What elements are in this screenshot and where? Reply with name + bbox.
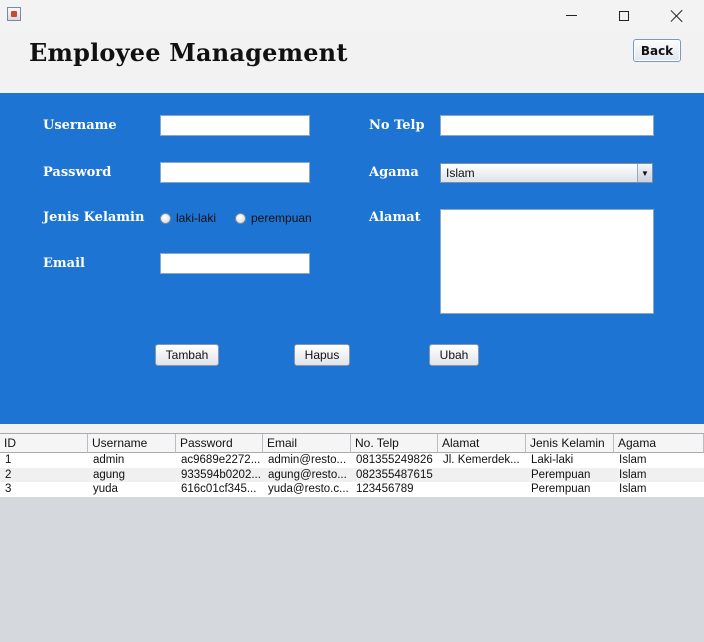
gender-radio-male-label: laki-laki: [176, 211, 217, 225]
cell-password: 616c01cf345...: [181, 483, 257, 495]
radio-icon: [160, 212, 171, 224]
password-input[interactable]: [160, 162, 310, 183]
table-row[interactable]: 2 agung 933594b0202... agung@resto... 08…: [0, 467, 704, 483]
gender-radio-male[interactable]: laki-laki: [160, 211, 216, 225]
column-header-phone[interactable]: No. Telp: [351, 434, 438, 453]
cell-username: agung: [93, 468, 125, 481]
close-button[interactable]: [654, 0, 700, 31]
cell-phone: 123456789: [356, 483, 414, 495]
column-header-password[interactable]: Password: [176, 434, 263, 453]
password-label: Password: [43, 165, 112, 180]
page-title: Employee Management: [29, 38, 348, 67]
add-button[interactable]: Tambah: [155, 344, 219, 366]
cell-address: Jl. Kemerdek...: [443, 454, 520, 466]
address-label: Alamat: [369, 210, 421, 225]
cell-phone: 081355249826: [356, 454, 433, 466]
cell-username: yuda: [93, 483, 118, 495]
table-row[interactable]: 3 yuda 616c01cf345... yuda@resto.c... 12…: [0, 482, 704, 497]
column-header-address[interactable]: Alamat: [438, 434, 526, 453]
address-textarea[interactable]: [440, 209, 654, 314]
employee-form: Username Password Jenis Kelamin laki-lak…: [0, 93, 704, 424]
table-row[interactable]: 1 admin ac9689e2272... admin@resto... 08…: [0, 453, 704, 468]
username-label: Username: [43, 118, 117, 133]
cell-password: ac9689e2272...: [181, 454, 261, 466]
table-body: 1 admin ac9689e2272... admin@resto... 08…: [0, 453, 704, 497]
username-input[interactable]: [160, 115, 310, 136]
column-header-id[interactable]: ID: [0, 434, 88, 453]
cell-id: 2: [5, 468, 12, 481]
column-header-email[interactable]: Email: [263, 434, 351, 453]
cell-phone: 082355487615: [356, 468, 433, 481]
back-button[interactable]: Back: [633, 39, 681, 62]
phone-label: No Telp: [369, 118, 425, 133]
update-button[interactable]: Ubah: [429, 344, 479, 366]
gender-label: Jenis Kelamin: [43, 210, 145, 225]
maximize-button[interactable]: [601, 0, 647, 31]
radio-icon: [235, 212, 246, 224]
cell-address: [438, 468, 526, 483]
email-label: Email: [43, 256, 85, 271]
email-input[interactable]: [160, 253, 310, 274]
cell-id: 3: [5, 483, 12, 495]
window-titlebar: [0, 0, 704, 31]
gender-radio-female-label: perempuan: [251, 211, 312, 225]
cell-email: admin@resto...: [268, 454, 347, 466]
gender-radio-female[interactable]: perempuan: [235, 211, 312, 225]
cell-gender: Perempuan: [531, 468, 591, 481]
employee-table: ID Username Password Email No. Telp Alam…: [0, 424, 704, 642]
header: Employee Management Back: [0, 31, 704, 93]
religion-select[interactable]: Islam ▼: [440, 163, 653, 183]
table-empty-area: [0, 497, 704, 642]
maximize-icon: [619, 10, 629, 21]
column-header-username[interactable]: Username: [88, 434, 176, 453]
cell-religion: Islam: [619, 468, 647, 481]
cell-religion: Islam: [619, 483, 647, 495]
phone-input[interactable]: [440, 115, 654, 136]
cell-gender: Perempuan: [531, 483, 591, 495]
religion-label: Agama: [369, 165, 419, 180]
column-header-gender[interactable]: Jenis Kelamin: [526, 434, 614, 453]
cell-religion: Islam: [619, 454, 647, 466]
table-header: ID Username Password Email No. Telp Alam…: [0, 433, 704, 453]
minimize-button[interactable]: [548, 0, 594, 31]
delete-button[interactable]: Hapus: [294, 344, 350, 366]
close-icon: [670, 9, 684, 23]
cell-username: admin: [93, 454, 125, 466]
java-app-icon: [7, 7, 21, 21]
cell-id: 1: [5, 454, 12, 466]
cell-gender: Laki-laki: [531, 454, 574, 466]
cell-email: agung@resto...: [268, 468, 347, 481]
cell-address: [438, 482, 526, 497]
religion-select-value: Islam: [446, 166, 475, 180]
cell-email: yuda@resto.c...: [268, 483, 349, 495]
chevron-down-icon[interactable]: ▼: [637, 164, 652, 182]
cell-password: 933594b0202...: [181, 468, 261, 481]
column-header-religion[interactable]: Agama: [614, 434, 704, 453]
minimize-icon: [565, 15, 577, 16]
